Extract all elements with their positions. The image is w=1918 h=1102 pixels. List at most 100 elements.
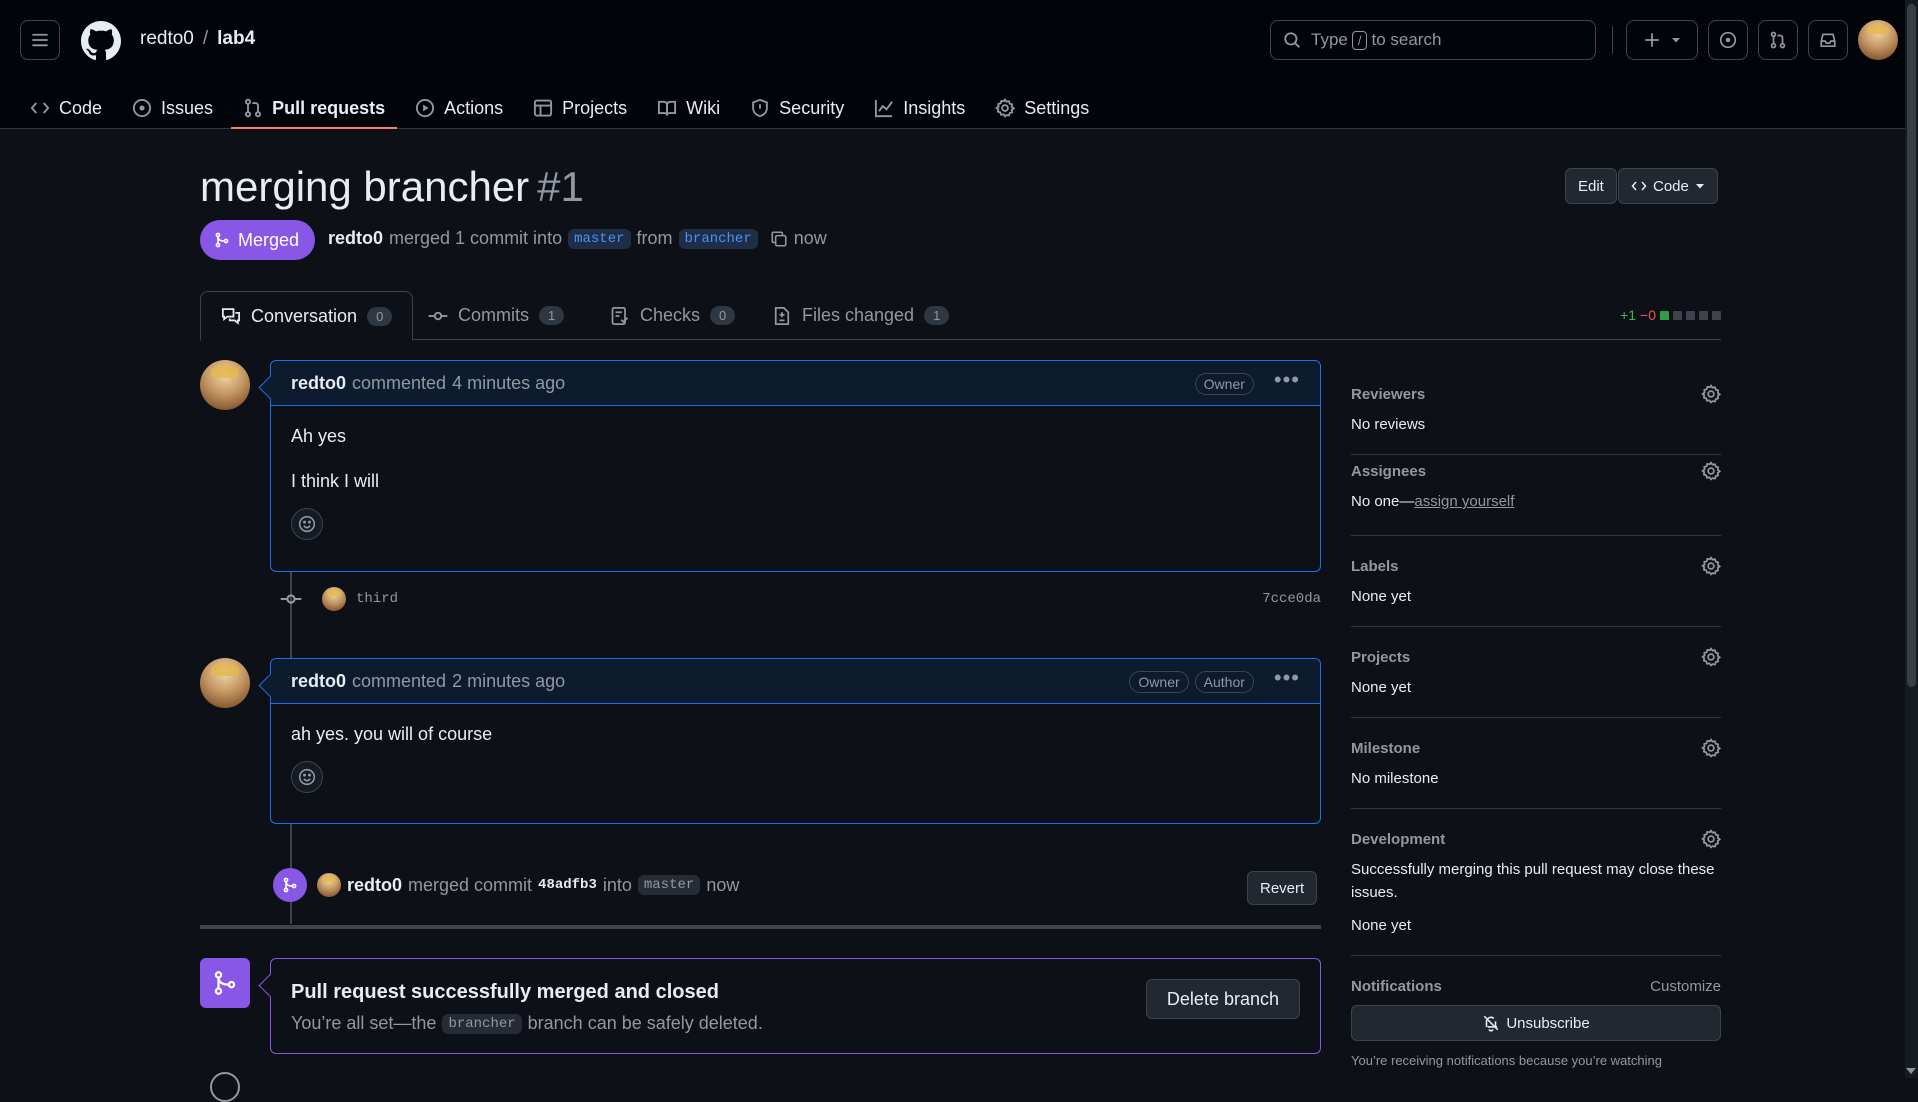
- merge-status-text: You’re all set—the: [291, 1013, 437, 1033]
- tab-actions[interactable]: Actions: [415, 88, 519, 128]
- sidebar-development-title[interactable]: Development: [1351, 831, 1445, 848]
- git-merge-icon: [214, 971, 236, 995]
- repo-breadcrumb: redto0 / lab4: [140, 28, 255, 50]
- pr-meta-time: now: [793, 228, 827, 248]
- sidebar-reviewers-title[interactable]: Reviewers: [1351, 386, 1425, 403]
- search-input[interactable]: Type / to search: [1270, 20, 1596, 60]
- tab-code[interactable]: Code: [30, 88, 118, 128]
- tab-wiki[interactable]: Wiki: [657, 88, 736, 128]
- gear-icon[interactable]: [1701, 829, 1721, 849]
- menu-button[interactable]: [20, 20, 60, 60]
- assign-yourself-link[interactable]: assign yourself: [1414, 493, 1514, 510]
- commit-sha-link[interactable]: 7cce0da: [1262, 591, 1321, 607]
- tab-conversation-count: 0: [367, 306, 393, 326]
- merge-event-badge: [273, 868, 307, 902]
- comment-card: redto0 commented 4 minutes ago Owner •••…: [270, 360, 1321, 572]
- add-reaction-button[interactable]: [291, 508, 323, 540]
- tab-security[interactable]: Security: [750, 88, 860, 128]
- page-scrollbar[interactable]: [1905, 0, 1918, 1078]
- pr-meta-from: from: [636, 228, 673, 248]
- base-branch-chip[interactable]: master: [568, 228, 631, 249]
- tab-issues[interactable]: Issues: [132, 88, 229, 128]
- comment-header: redto0 commented 2 minutes ago Owner Aut…: [271, 659, 1320, 704]
- customize-notifications-link[interactable]: Customize: [1650, 978, 1721, 995]
- tab-actions-label: Actions: [444, 97, 504, 118]
- gear-icon[interactable]: [1701, 647, 1721, 667]
- sidebar-labels-value: None yet: [1351, 588, 1412, 605]
- sidebar-labels-title[interactable]: Labels: [1351, 558, 1399, 575]
- merge-commit-sha-link[interactable]: 48adfb3: [538, 877, 597, 893]
- edit-title-button[interactable]: Edit: [1565, 168, 1617, 204]
- user-avatar[interactable]: [1858, 20, 1898, 60]
- comment-discussion-icon: [222, 308, 240, 325]
- merge-status-desc: You’re all set—the brancher branch can b…: [291, 1013, 763, 1034]
- book-icon: [658, 100, 677, 116]
- tab-commits-label: Commits: [458, 305, 529, 325]
- tab-conversation-label: Conversation: [251, 305, 358, 326]
- diffstat-block: [1699, 310, 1708, 320]
- sidebar-assignees-title[interactable]: Assignees: [1351, 463, 1426, 480]
- code-dropdown-button[interactable]: Code: [1618, 168, 1718, 204]
- tab-files-changed[interactable]: Files changed 1: [752, 291, 969, 340]
- gear-icon[interactable]: [1701, 738, 1721, 758]
- copy-icon[interactable]: [770, 230, 788, 248]
- sidebar-development-desc: Successfully merging this pull request m…: [1351, 861, 1715, 901]
- issues-button[interactable]: [1708, 20, 1748, 60]
- kebab-horizontal-icon[interactable]: •••: [1274, 665, 1300, 691]
- comment-avatar[interactable]: [200, 658, 250, 708]
- merge-author-link[interactable]: redto0: [347, 875, 402, 896]
- comment-time-link[interactable]: 4 minutes ago: [452, 373, 565, 394]
- repo-name-link[interactable]: lab4: [217, 28, 255, 50]
- sidebar-development-value: None yet: [1351, 917, 1412, 934]
- gear-icon[interactable]: [1701, 384, 1721, 404]
- pr-author-link[interactable]: redto0: [328, 228, 383, 249]
- create-new-button[interactable]: [1626, 20, 1698, 60]
- kebab-horizontal-icon[interactable]: •••: [1274, 367, 1300, 393]
- sidebar-projects-title[interactable]: Projects: [1351, 649, 1410, 666]
- tab-pull-requests[interactable]: Pull requests: [231, 88, 401, 129]
- comment-avatar[interactable]: [200, 360, 250, 410]
- merge-event-text: merged commit: [408, 874, 533, 895]
- pr-tabs: Conversation 0 Commits 1 Checks 0 Files …: [200, 291, 1721, 341]
- tab-commits[interactable]: Commits 1: [408, 291, 584, 340]
- github-logo-icon[interactable]: [81, 21, 121, 61]
- comment-author-link[interactable]: redto0: [291, 671, 346, 692]
- tab-conversation[interactable]: Conversation 0: [200, 291, 414, 341]
- comment-author-link[interactable]: redto0: [291, 373, 346, 394]
- scroll-down-arrow-icon[interactable]: [1906, 1068, 1916, 1074]
- smiley-icon: [298, 768, 316, 786]
- head-branch-chip[interactable]: brancher: [678, 228, 758, 249]
- git-pull-request-icon: [1770, 31, 1786, 49]
- comment-time-link[interactable]: 2 minutes ago: [452, 671, 565, 692]
- sidebar-labels: Labels None yet: [1351, 536, 1721, 627]
- pull-requests-button[interactable]: [1758, 20, 1798, 60]
- scrollbar-thumb[interactable]: [1907, 4, 1916, 687]
- git-merge-icon: [215, 232, 229, 248]
- code-button-label: Code: [1653, 177, 1689, 195]
- gear-icon[interactable]: [1701, 461, 1721, 481]
- tab-projects[interactable]: Projects: [533, 88, 643, 128]
- sidebar-notifications-title: Notifications: [1351, 978, 1442, 995]
- timeline-end-divider: [200, 925, 1321, 929]
- repo-owner-link[interactable]: redto0: [140, 28, 194, 50]
- inbox-button[interactable]: [1808, 20, 1848, 60]
- merge-target-branch[interactable]: master: [637, 875, 701, 895]
- unsubscribe-label: Unsubscribe: [1506, 1014, 1590, 1032]
- revert-button[interactable]: Revert: [1247, 871, 1318, 905]
- commit-message-link[interactable]: third: [356, 591, 398, 607]
- pr-meta-text: merged 1 commit into: [389, 228, 563, 248]
- delete-branch-button[interactable]: Delete branch: [1145, 979, 1300, 1019]
- tab-settings[interactable]: Settings: [995, 88, 1105, 128]
- sidebar-milestone-title[interactable]: Milestone: [1351, 740, 1420, 757]
- gear-icon[interactable]: [1701, 556, 1721, 576]
- tab-checks[interactable]: Checks 0: [590, 291, 755, 340]
- comment-body: Ah yes I think I will: [271, 406, 1320, 556]
- unsubscribe-button[interactable]: Unsubscribe: [1351, 1005, 1721, 1041]
- search-shortcut-key: /: [1351, 31, 1368, 50]
- merge-author-avatar[interactable]: [317, 873, 341, 897]
- commit-author-avatar[interactable]: [322, 587, 346, 611]
- tab-insights[interactable]: Insights: [874, 88, 981, 128]
- triangle-down-icon: [1672, 38, 1680, 43]
- add-reaction-button[interactable]: [291, 761, 323, 793]
- repo-nav: Code Issues Pull requests Actions Projec…: [30, 88, 1119, 129]
